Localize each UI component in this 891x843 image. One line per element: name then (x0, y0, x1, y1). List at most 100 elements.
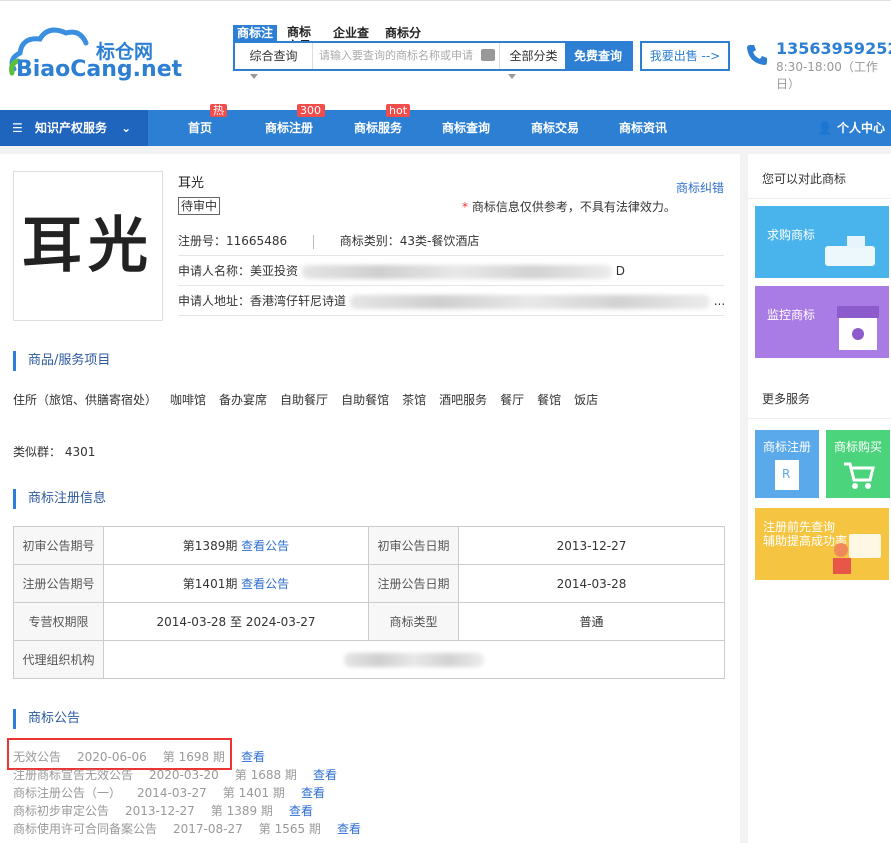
list-item: 饭店 (574, 393, 599, 407)
cart-icon (844, 462, 875, 489)
nav-item-trade[interactable]: 商标交易 (531, 110, 579, 146)
price-badge: 300起 (297, 104, 325, 117)
reg-number: 11665486 (226, 234, 288, 248)
working-hours: 8:30-18:00（工作日） (776, 60, 878, 91)
main-content: 耳光 耳光 商标纠错 待审中 * 商标信息仅供参考，不具有法律效力。 注册号：1… (0, 154, 740, 843)
trademark-correction-link[interactable]: 商标纠错 (676, 179, 724, 196)
redacted-region (349, 294, 710, 309)
section-title-registration: 商标注册信息 (13, 489, 106, 509)
user-center-label: 个人中心 (836, 121, 885, 135)
chevron-down-icon: ⌄ (121, 121, 132, 135)
registration-table: 初审公告期号 第1389期 查看公告 初审公告日期 2013-12-27 注册公… (13, 526, 725, 679)
view-link[interactable]: 查看 (301, 786, 325, 800)
search-promo-card[interactable]: 注册前先查询 辅助提高成功率 (755, 508, 889, 580)
hot-badge: 热 (210, 104, 227, 117)
search-box: 综合查询 请输入要查询的商标名称或申请 全部分类 免费查询 (233, 41, 633, 71)
nav-item-services[interactable]: 商标服务 hot (354, 104, 411, 146)
purchase-service-card[interactable]: 商标购买 (826, 430, 890, 498)
search-tab-class[interactable]: 商标分 (381, 25, 425, 41)
table-row: 初审公告期号 第1389期 查看公告 初审公告日期 2013-12-27 (13, 526, 725, 565)
user-center-link[interactable]: 👤 个人中心 (818, 110, 885, 146)
document-icon: R (775, 460, 799, 490)
top-bar: 标仓网 BiaoCang.net 商标注 商标交易 企业查 商标分 综合查询 请… (0, 0, 891, 110)
search-input[interactable]: 请输入要查询的商标名称或申请 (319, 43, 479, 69)
notices-list: 无效公告 2020-06-06 第 1698 期查看 注册商标宣告无效公告 2020-… (13, 748, 361, 838)
menu-icon: ☰ (12, 121, 23, 135)
redacted-region (344, 652, 484, 667)
section-title-notices: 商标公告 (13, 709, 80, 729)
person-illustration-icon (833, 534, 881, 574)
disclaimer: * 商标信息仅供参考，不具有法律效力。 (462, 200, 676, 214)
nav-item-search[interactable]: 商标查询 (442, 110, 490, 146)
list-item: 咖啡馆 (170, 393, 207, 407)
logo-english-text: BiaoCang.net (16, 57, 183, 82)
similar-group: 类似群： 4301 (13, 445, 96, 459)
register-service-card[interactable]: 商标注册 R (755, 430, 819, 498)
list-item: 餐馆 (537, 393, 562, 407)
chevron-down-icon (508, 74, 516, 79)
applicant-address: 香港湾仔轩尼诗道 (250, 294, 347, 308)
shop-icon (837, 306, 879, 350)
redacted-region (301, 264, 612, 279)
monitor-trademark-label: 监控商标 (767, 308, 816, 322)
list-item: 商标初步审定公告 2013-12-27 第 1389 期查看 (13, 804, 313, 818)
search-type-select[interactable]: 综合查询 (235, 43, 313, 69)
table-row: 注册公告期号 第1401期 查看公告 注册公告日期 2014-03-28 (13, 564, 725, 603)
nav-item-news[interactable]: 商标资讯 (619, 110, 667, 146)
view-notice-link[interactable]: 查看公告 (241, 577, 289, 591)
phone-icon (747, 45, 767, 65)
search-tabs: 商标注 商标交易 企业查 商标分 (233, 25, 433, 41)
nav-item-label: 首页 (188, 121, 213, 135)
view-link[interactable]: 查看 (337, 822, 361, 836)
user-icon: 👤 (817, 121, 833, 135)
applicant-row: 申请人名称：美亚投资 D (178, 256, 724, 286)
table-row: 代理组织机构 (13, 640, 725, 679)
view-link[interactable]: 查看 (313, 768, 337, 782)
list-item: 酒吧服务 (439, 393, 488, 407)
nav-item-label: 商标注册 (265, 121, 314, 135)
svg-text:R: R (782, 467, 790, 481)
ip-services-menu[interactable]: ☰ 知识产权服务 ⌄ (0, 110, 148, 146)
status-badge: 待审中 (178, 197, 221, 215)
applicant-name: 美亚投资 (250, 264, 299, 278)
list-item: 注册商标宣告无效公告 2020-03-20 第 1688 期查看 (13, 768, 337, 782)
list-item: 餐厅 (500, 393, 525, 407)
chevron-down-icon (250, 74, 258, 79)
goods-list: 住所（旅馆、供膳寄宿处） 咖啡馆 备办宴席 自助餐厅 自助餐馆 茶馆 酒吧服务 … (13, 391, 611, 408)
purchase-service-label: 商标购买 (833, 440, 882, 454)
nav-item-label: 商标服务 (354, 121, 403, 135)
sell-trademark-button[interactable]: 我要出售 --> (640, 41, 730, 71)
list-item: 商标注册公告（一） 2014-03-27 第 1401 期查看 (13, 786, 325, 800)
free-search-button[interactable]: 免费查询 (565, 43, 631, 69)
list-item: 无效公告 2020-06-06 第 1698 期查看 (13, 750, 265, 764)
buy-trademark-label: 求购商标 (767, 228, 816, 242)
list-item: 自助餐馆 (341, 393, 390, 407)
section-title-goods: 商品/服务项目 (13, 351, 110, 371)
main-nav: ☰ 知识产权服务 ⌄ 首页 热 商标注册 300起 商标服务 hot 商标查询 … (0, 104, 891, 146)
view-notice-link[interactable]: 查看公告 (241, 539, 289, 553)
search-tab-company[interactable]: 企业查 (329, 25, 373, 41)
list-item: 茶馆 (402, 393, 427, 407)
card-icon (825, 236, 875, 266)
view-link[interactable]: 查看 (289, 804, 313, 818)
nav-item-register[interactable]: 商标注册 300起 (265, 104, 325, 146)
list-item: 商标使用许可合同备案公告 2017-08-27 第 1565 期查看 (13, 822, 361, 836)
trademark-name: 耳光 (178, 176, 205, 191)
table-row: 专营权期限 2014-03-28 至 2024-03-27 商标类型 普通 (13, 602, 725, 641)
trademark-image: 耳光 (13, 171, 163, 321)
view-link[interactable]: 查看 (241, 750, 265, 764)
search-tab-trade[interactable]: 商标交易 (283, 25, 321, 41)
list-item: 备办宴席 (219, 393, 268, 407)
buy-trademark-card[interactable]: 求购商标 (755, 206, 889, 278)
monitor-trademark-card[interactable]: 监控商标 (755, 286, 889, 358)
site-logo[interactable]: 标仓网 BiaoCang.net (6, 21, 182, 91)
nav-item-home[interactable]: 首页 热 (188, 104, 227, 146)
list-item: 住所（旅馆、供膳寄宿处） (13, 393, 158, 407)
contact-phone: 13563959252 (776, 39, 891, 58)
category-select[interactable]: 全部分类 (499, 43, 567, 69)
register-service-label: 商标注册 (762, 440, 811, 454)
search-tab-register[interactable]: 商标注 (233, 25, 278, 41)
list-item: 自助餐厅 (280, 393, 329, 407)
camera-icon[interactable] (481, 49, 495, 61)
sidebar: 您可以对此商标 求购商标 监控商标 更多服务 商标注册 R 商标购买 注册前先查… (748, 154, 891, 843)
